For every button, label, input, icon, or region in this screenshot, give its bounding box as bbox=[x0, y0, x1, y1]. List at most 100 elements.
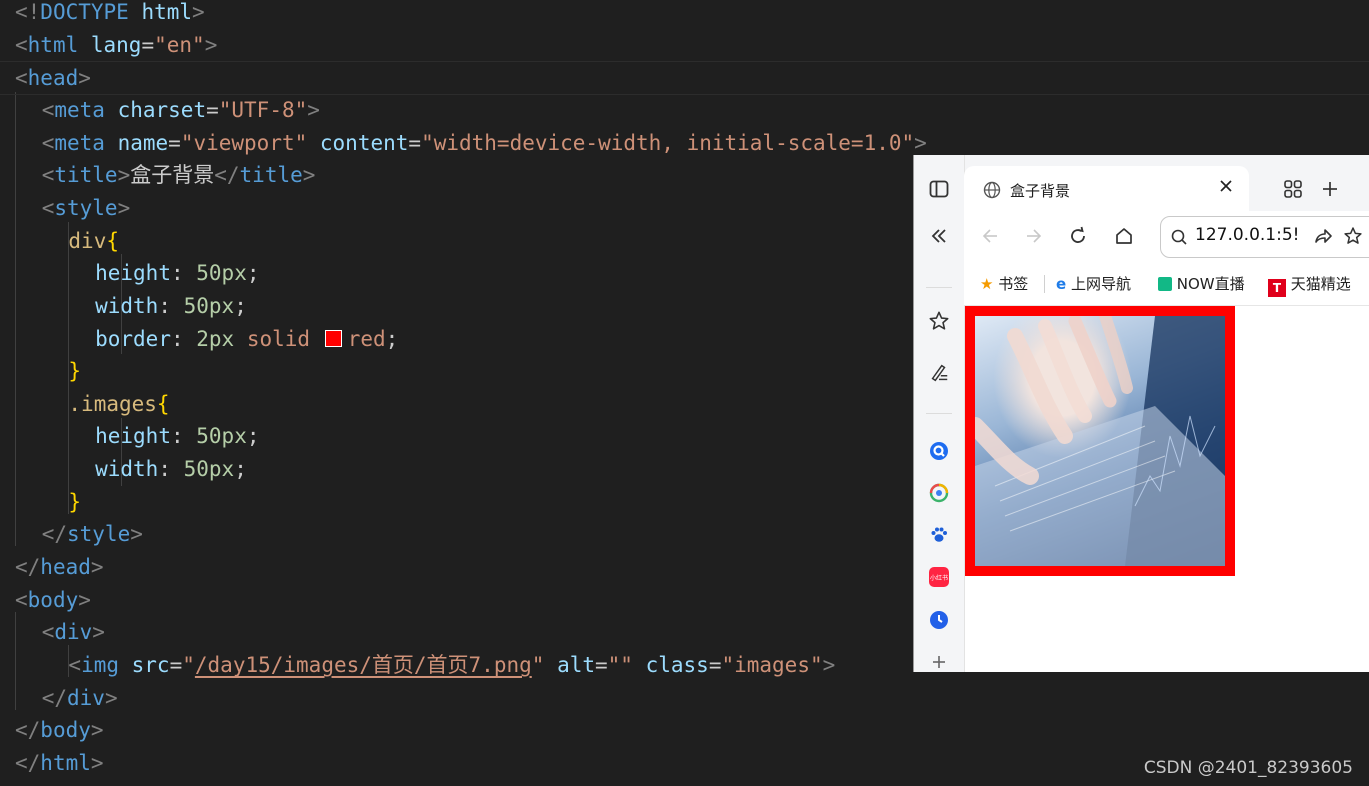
code-token: class bbox=[632, 653, 709, 677]
new-tab-icon[interactable] bbox=[1319, 178, 1341, 200]
code-token: = bbox=[408, 130, 422, 155]
code-token: < bbox=[41, 130, 55, 155]
tab-grid-icon[interactable] bbox=[1282, 178, 1304, 200]
code-token: ; bbox=[234, 457, 247, 482]
code-token: head bbox=[27, 66, 79, 91]
code-token: /day15/images/首页/首页7.png bbox=[194, 653, 532, 677]
notes-pen-icon[interactable] bbox=[927, 361, 951, 385]
globe-icon bbox=[982, 180, 1002, 200]
bookmark-star-icon[interactable] bbox=[1342, 225, 1364, 247]
bordered-div bbox=[965, 306, 1235, 576]
paw-app-icon[interactable] bbox=[929, 525, 949, 545]
page-viewport bbox=[965, 306, 1369, 672]
code-line: <meta name="viewport" content="width=dev… bbox=[15, 127, 927, 159]
code-token: < bbox=[15, 32, 28, 57]
code-token: > bbox=[192, 0, 205, 24]
code-token: = bbox=[595, 653, 608, 677]
code-line: <img src="/day15/images/首页/首页7.png" alt=… bbox=[15, 649, 835, 681]
xiaohongshu-label: 小红书 bbox=[929, 574, 948, 582]
code-token: "images" bbox=[721, 653, 823, 677]
code-token: .images bbox=[68, 391, 157, 416]
code-line: border: 2px solid red; bbox=[15, 323, 398, 355]
code-token: > bbox=[117, 195, 131, 220]
code-token: border bbox=[95, 326, 171, 351]
code-token: title bbox=[54, 163, 118, 188]
code-line: <title>盒子背景</title> bbox=[15, 159, 316, 191]
code-token: height bbox=[95, 261, 171, 286]
code-token: DOCTYPE bbox=[40, 0, 129, 24]
share-icon[interactable] bbox=[1312, 225, 1334, 247]
code-token: > bbox=[78, 66, 91, 91]
code-token: </ bbox=[15, 718, 41, 743]
code-token: = bbox=[141, 32, 155, 57]
code-token: "width=device-width, initial-scale=1.0" bbox=[421, 130, 915, 155]
back-arrow-icon[interactable] bbox=[979, 225, 1001, 247]
bookmark-label: 书签 bbox=[998, 275, 1029, 293]
code-line: .images{ bbox=[15, 388, 170, 420]
code-token: "en" bbox=[154, 32, 205, 57]
code-token: solid bbox=[234, 326, 323, 351]
search-app-icon[interactable] bbox=[929, 441, 949, 461]
home-icon[interactable] bbox=[1113, 225, 1135, 247]
code-token: src bbox=[119, 653, 170, 677]
code-token: ; bbox=[246, 261, 260, 286]
bookmarks-bar: ★ 书签 e 上网导航 NOW直播 T 天猫精选 bbox=[964, 263, 1369, 306]
code-line: width: 50px; bbox=[15, 290, 247, 322]
code-line: height: 50px; bbox=[15, 420, 259, 452]
code-line: <!DOCTYPE html> bbox=[15, 0, 205, 28]
code-token: 50px bbox=[183, 293, 235, 318]
code-token: html bbox=[40, 750, 91, 775]
code-token: "UTF-8" bbox=[218, 97, 308, 122]
code-token: name bbox=[104, 130, 169, 155]
code-token: } bbox=[68, 489, 82, 514]
code-token: > bbox=[307, 97, 320, 122]
code-token: > bbox=[90, 555, 104, 580]
code-token: = bbox=[168, 130, 181, 155]
code-token: > bbox=[117, 163, 131, 188]
code-line: <body> bbox=[15, 584, 91, 616]
color-swatch[interactable] bbox=[324, 329, 342, 347]
close-tab-icon[interactable] bbox=[1215, 175, 1237, 197]
xiaohongshu-app-icon[interactable]: 小红书 bbox=[929, 567, 949, 587]
code-token: > bbox=[130, 522, 143, 547]
code-token: div bbox=[67, 685, 105, 710]
sidebar-toggle-icon[interactable] bbox=[928, 179, 950, 199]
reload-icon[interactable] bbox=[1067, 225, 1089, 247]
bookmark-item-now-live[interactable]: NOW直播 bbox=[1158, 273, 1245, 294]
clock-app-icon[interactable] bbox=[929, 610, 949, 630]
code-line: <style> bbox=[15, 192, 131, 224]
code-token: > bbox=[204, 32, 218, 57]
code-token: lang bbox=[78, 32, 142, 57]
code-token: </ bbox=[214, 163, 240, 188]
code-token: : bbox=[158, 293, 184, 318]
bookmark-item-tmall[interactable]: T 天猫精选 bbox=[1268, 273, 1351, 297]
code-token: </ bbox=[15, 555, 41, 580]
browser-tab[interactable]: 盒子背景 bbox=[964, 166, 1249, 216]
code-token: > bbox=[90, 718, 104, 743]
bookmark-item-bookmarks[interactable]: ★ 书签 bbox=[980, 273, 1028, 294]
address-bar[interactable]: 127.0.0.1:5! bbox=[1160, 216, 1369, 258]
assistant-app-icon[interactable] bbox=[929, 483, 949, 503]
code-token: div bbox=[54, 620, 93, 645]
code-token: < bbox=[15, 66, 28, 91]
collapse-sidebar-icon[interactable] bbox=[928, 225, 950, 247]
bookmark-item-web-nav[interactable]: e 上网导航 bbox=[1056, 273, 1131, 294]
code-token: : bbox=[170, 424, 197, 449]
code-token: 50px bbox=[196, 261, 247, 286]
code-token: < bbox=[68, 653, 82, 677]
code-token: { bbox=[156, 391, 170, 416]
add-app-icon[interactable] bbox=[929, 652, 949, 672]
code-token: = bbox=[708, 653, 722, 677]
code-token: > bbox=[78, 587, 91, 612]
code-token: "viewport" bbox=[180, 130, 308, 155]
forward-arrow-icon[interactable] bbox=[1023, 225, 1045, 247]
favorites-star-icon[interactable] bbox=[927, 309, 951, 333]
code-token: 盒子背景 bbox=[130, 163, 215, 188]
code-token: img bbox=[81, 653, 119, 677]
